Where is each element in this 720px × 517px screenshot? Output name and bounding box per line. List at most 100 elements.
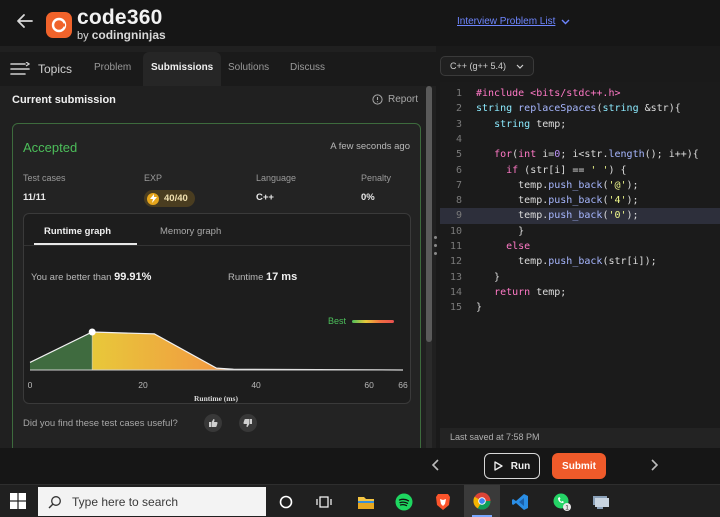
line-number: 6 xyxy=(455,164,462,176)
cortana-icon[interactable] xyxy=(274,490,298,514)
chrome-taskbar-active[interactable] xyxy=(464,485,500,517)
chevron-left-icon[interactable] xyxy=(430,458,442,472)
code-text: } xyxy=(476,302,483,314)
exp-badge: 40/40 xyxy=(144,190,195,207)
code-line[interactable]: 7 temp.push_back('@'); xyxy=(440,178,720,193)
thumbs-up-icon[interactable] xyxy=(204,414,222,432)
line-number: 2 xyxy=(455,103,462,115)
scrollbar-thumb[interactable] xyxy=(426,86,432,342)
runtime-distribution-chart: 0 20 40 60 66 Runtime (ms) xyxy=(28,328,408,403)
submission-result-card: Accepted A few seconds ago Test cases 11… xyxy=(12,123,421,463)
play-icon xyxy=(494,461,503,471)
line-number: 12 xyxy=(449,256,462,268)
line-number: 4 xyxy=(455,133,462,145)
code-line[interactable]: 8 temp.push_back('4'); xyxy=(440,193,720,208)
code-text: if (str[i] == ' ') { xyxy=(506,164,627,176)
x-tick-label: 66 xyxy=(398,380,408,390)
top-bar: code360 by codingninjas Interview Proble… xyxy=(0,0,720,46)
vscode-icon[interactable] xyxy=(508,490,532,514)
left-panel: Topics Problem Submissions Solutions Dis… xyxy=(0,46,436,463)
brave-browser-icon[interactable] xyxy=(431,490,455,514)
tab-submissions[interactable]: Submissions xyxy=(143,52,222,86)
tab-divider xyxy=(24,245,410,246)
interview-problem-list-link[interactable]: Interview Problem List xyxy=(457,16,570,27)
problem-tabs: Topics Problem Submissions Solutions Dis… xyxy=(0,52,436,86)
code-line[interactable]: 5 for(int i=0; i<str.length(); i++){ xyxy=(440,147,720,162)
back-arrow-icon[interactable] xyxy=(14,10,36,32)
tab-runtime-graph[interactable]: Runtime graph xyxy=(44,226,111,237)
code-text: for(int i=0; i<str.length(); i++){ xyxy=(494,149,699,161)
last-saved-status: Last saved at 7:58 PM xyxy=(440,428,720,448)
task-view-icon[interactable] xyxy=(312,490,336,514)
x-axis-label: Runtime (ms) xyxy=(194,394,238,403)
action-bar: Run Submit xyxy=(0,448,720,484)
line-number: 3 xyxy=(455,118,462,130)
line-number: 15 xyxy=(449,302,462,314)
x-tick-label: 60 xyxy=(364,380,374,390)
runtime-value: 17 ms xyxy=(266,271,298,283)
x-tick-label: 40 xyxy=(251,380,261,390)
left-panel-scrollbar[interactable] xyxy=(426,86,432,452)
lightning-coin-icon xyxy=(147,192,159,205)
code-line[interactable]: 3 string temp; xyxy=(440,117,720,132)
better-than-text: You are better than 99.91% xyxy=(31,271,151,283)
code-line[interactable]: 10 } xyxy=(440,224,720,239)
runtime-graph-panel: Runtime graph Memory graph You are bette… xyxy=(23,213,411,404)
code-line[interactable]: 6 if (str[i] == ' ') { xyxy=(440,163,720,178)
test-cases-label: Test cases xyxy=(23,173,66,183)
file-explorer-icon[interactable] xyxy=(354,490,378,514)
tab-memory-graph[interactable]: Memory graph xyxy=(160,226,221,237)
submission-time: A few seconds ago xyxy=(330,141,410,152)
tab-discuss[interactable]: Discuss xyxy=(290,52,325,86)
code-line[interactable]: 4 xyxy=(440,132,720,147)
report-button[interactable]: Report xyxy=(372,94,418,105)
code360-logo-icon xyxy=(46,11,72,38)
exp-value: 40/40 xyxy=(164,193,188,204)
menu-icon xyxy=(10,62,30,75)
code-text: temp.push_back('@'); xyxy=(476,179,639,191)
chevron-right-icon[interactable] xyxy=(648,458,660,472)
windows-start-icon[interactable] xyxy=(10,493,26,509)
line-number: 14 xyxy=(449,286,462,298)
code-text: } xyxy=(476,271,501,283)
line-number: 5 xyxy=(455,149,462,161)
code-line[interactable]: 9 temp.push_back('0'); xyxy=(440,208,720,224)
thumbs-down-icon[interactable] xyxy=(239,414,257,432)
language-select[interactable]: C++ (g++ 5.4) xyxy=(440,56,535,76)
run-button[interactable]: Run xyxy=(484,453,540,479)
taskbar-search-input[interactable]: Type here to search xyxy=(38,487,266,516)
tab-problem[interactable]: Problem xyxy=(94,52,131,86)
chart-your-runtime-marker xyxy=(88,328,96,336)
x-tick-label: 20 xyxy=(138,380,148,390)
line-number: 11 xyxy=(449,241,462,252)
x-tick-label: 0 xyxy=(28,380,33,390)
code360-logo[interactable]: code360 by codingninjas xyxy=(46,7,166,42)
line-number: 1 xyxy=(455,88,462,99)
code-editor[interactable]: 1 #include <bits/stdc++.h> 2 string replace… xyxy=(440,82,720,428)
code-line[interactable]: 14 return temp; xyxy=(440,285,720,300)
chart-area-better xyxy=(30,332,93,370)
better-percentile: 99.91% xyxy=(114,271,152,283)
tab-solutions[interactable]: Solutions xyxy=(228,52,269,86)
line-number: 7 xyxy=(455,179,462,191)
tab-topics[interactable]: Topics xyxy=(10,52,72,86)
current-submission-title: Current submission xyxy=(12,94,116,106)
network-app-icon[interactable] xyxy=(589,490,613,514)
code-line[interactable]: 1 #include <bits/stdc++.h> xyxy=(440,86,720,101)
code-text: temp.push_back('0'); xyxy=(476,210,639,222)
info-icon xyxy=(372,94,383,105)
code-line[interactable]: 12 temp.push_back(str[i]); xyxy=(440,254,720,269)
penalty-value: 0% xyxy=(361,192,375,203)
submit-button[interactable]: Submit xyxy=(552,453,606,479)
whatsapp-icon[interactable]: 1 xyxy=(550,490,574,514)
code-text: string temp; xyxy=(494,118,567,130)
panel-resize-handle[interactable] xyxy=(434,236,438,260)
code-line[interactable]: 13 } xyxy=(440,270,720,285)
run-label: Run xyxy=(510,460,531,472)
windows-taskbar: Type here to search 1 xyxy=(0,484,720,517)
code-line[interactable]: 15} xyxy=(440,300,720,315)
spotify-icon[interactable] xyxy=(392,490,416,514)
language-label: Language xyxy=(256,173,297,183)
code-line[interactable]: 11 else xyxy=(440,239,720,254)
code-line[interactable]: 2 string replaceSpaces(string &str){ xyxy=(440,101,720,116)
